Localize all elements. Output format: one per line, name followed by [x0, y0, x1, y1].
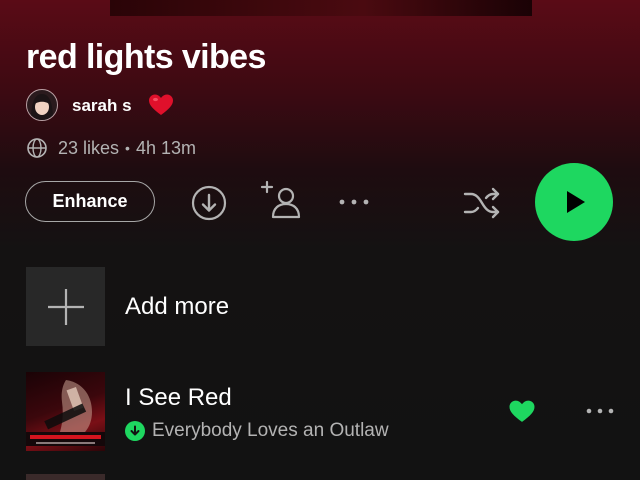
add-user-icon [260, 180, 301, 219]
red-heart-icon [149, 94, 173, 115]
shuffle-icon [463, 187, 500, 219]
play-button[interactable] [535, 163, 613, 241]
add-collaborator-button[interactable] [259, 179, 305, 223]
globe-icon [27, 138, 47, 158]
add-more-tile[interactable] [26, 267, 105, 346]
play-icon [567, 191, 585, 213]
playlist-title: red lights vibes [26, 38, 266, 76]
track-subtitle: Everybody Loves an Outlaw [125, 420, 389, 442]
download-button[interactable] [189, 183, 229, 223]
more-icon [586, 408, 614, 414]
like-button[interactable] [506, 396, 538, 426]
likes-count: 23 likes [58, 137, 120, 158]
download-icon [191, 185, 227, 221]
more-options-button[interactable] [334, 190, 374, 214]
enhance-button[interactable]: Enhance [25, 181, 155, 222]
playlist-cover [110, 0, 532, 16]
playlist-meta: 23 likes • 4h 13m [26, 137, 196, 159]
more-icon [339, 199, 369, 205]
playlist-duration: 4h 13m [135, 137, 196, 158]
track-more-button[interactable] [582, 404, 618, 418]
avatar-image [31, 94, 53, 120]
liked-heart-icon [509, 400, 535, 422]
plus-icon [47, 288, 84, 325]
meta-separator: • [125, 140, 130, 156]
album-art-image [26, 380, 105, 446]
downloaded-icon [125, 421, 145, 441]
track-album: Everybody Loves an Outlaw [152, 420, 389, 441]
next-track-art [26, 474, 105, 480]
owner-name[interactable]: sarah s [72, 96, 132, 116]
add-more-label[interactable]: Add more [125, 293, 229, 321]
track-title[interactable]: I See Red [125, 384, 232, 412]
track-album-art[interactable] [26, 372, 105, 451]
owner-avatar[interactable] [26, 89, 58, 121]
shuffle-button[interactable] [460, 183, 504, 223]
